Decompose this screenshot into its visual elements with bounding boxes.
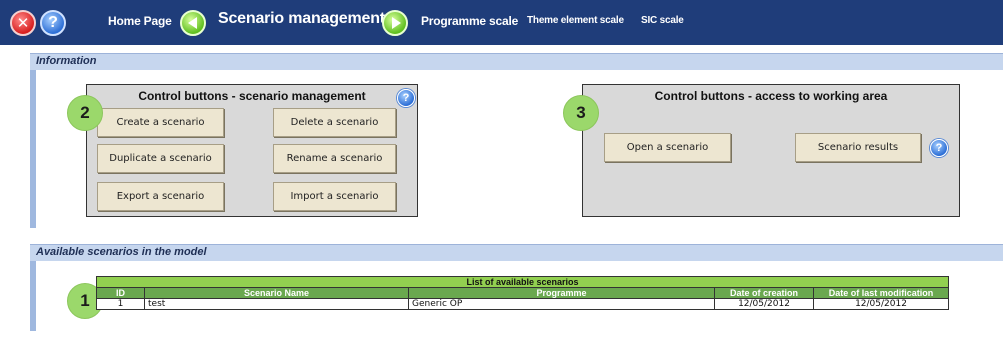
table-header-row: ID Scenario Name Programme Date of creat… <box>96 287 949 299</box>
help-icon[interactable]: ? <box>40 10 66 36</box>
arrow-right-icon[interactable] <box>382 10 408 36</box>
scenario-management-panel: Control buttons - scenario management ? … <box>86 84 418 217</box>
cell-scenario-name: test <box>144 298 409 310</box>
close-icon[interactable]: ✕ <box>10 10 36 36</box>
column-header-date-of-creation: Date of creation <box>714 287 814 299</box>
table-caption: List of available scenarios <box>96 276 949 288</box>
create-scenario-button[interactable]: Create a scenario <box>97 108 224 137</box>
step-badge: 2 <box>67 95 103 131</box>
step-badge: 3 <box>563 95 599 131</box>
export-scenario-button[interactable]: Export a scenario <box>97 182 224 211</box>
column-header-date-of-last-modification: Date of last modification <box>813 287 949 299</box>
duplicate-scenario-button[interactable]: Duplicate a scenario <box>97 144 224 173</box>
open-scenario-button[interactable]: Open a scenario <box>604 133 731 162</box>
available-scenarios-section-header: Available scenarios in the model <box>30 244 1003 261</box>
information-header-label: Information <box>36 55 97 67</box>
top-navigation-bar: ✕ ? Home Page Scenario management Progra… <box>0 0 1003 45</box>
help-icon[interactable]: ? <box>397 89 415 107</box>
import-scenario-button[interactable]: Import a scenario <box>273 182 396 211</box>
sic-scale-link[interactable]: SIC scale <box>641 15 684 26</box>
rename-scenario-button[interactable]: Rename a scenario <box>273 144 396 173</box>
cell-date-of-last-modification: 12/05/2012 <box>813 298 949 310</box>
column-header-scenario-name: Scenario Name <box>144 287 409 299</box>
table-row[interactable]: 1 test Generic OP 12/05/2012 12/05/2012 <box>96 298 949 310</box>
arrow-left-icon[interactable] <box>180 10 206 36</box>
theme-element-scale-link[interactable]: Theme element scale <box>527 15 624 26</box>
cell-date-of-creation: 12/05/2012 <box>714 298 814 310</box>
cell-id: 1 <box>96 298 145 310</box>
working-area-panel-title: Control buttons - access to working area <box>654 89 888 103</box>
page-title: Scenario management <box>218 10 385 27</box>
information-section-header: Information <box>30 53 1003 70</box>
scenario-management-panel-title: Control buttons - scenario management <box>138 89 366 103</box>
home-page-link[interactable]: Home Page <box>108 14 172 28</box>
column-header-programme: Programme <box>408 287 715 299</box>
cell-programme: Generic OP <box>408 298 715 310</box>
scenario-results-button[interactable]: Scenario results <box>795 133 921 162</box>
working-area-panel: Control buttons - access to working area… <box>582 84 960 217</box>
delete-scenario-button[interactable]: Delete a scenario <box>273 108 396 137</box>
available-scenarios-header-label: Available scenarios in the model <box>36 246 207 258</box>
column-header-id: ID <box>96 287 145 299</box>
scenario-table: List of available scenarios ID Scenario … <box>96 276 949 310</box>
available-left-rail <box>30 261 36 331</box>
table-caption-row: List of available scenarios <box>96 276 949 288</box>
information-left-rail <box>30 70 36 228</box>
programme-scale-link[interactable]: Programme scale <box>421 14 518 28</box>
help-icon[interactable]: ? <box>930 139 948 157</box>
